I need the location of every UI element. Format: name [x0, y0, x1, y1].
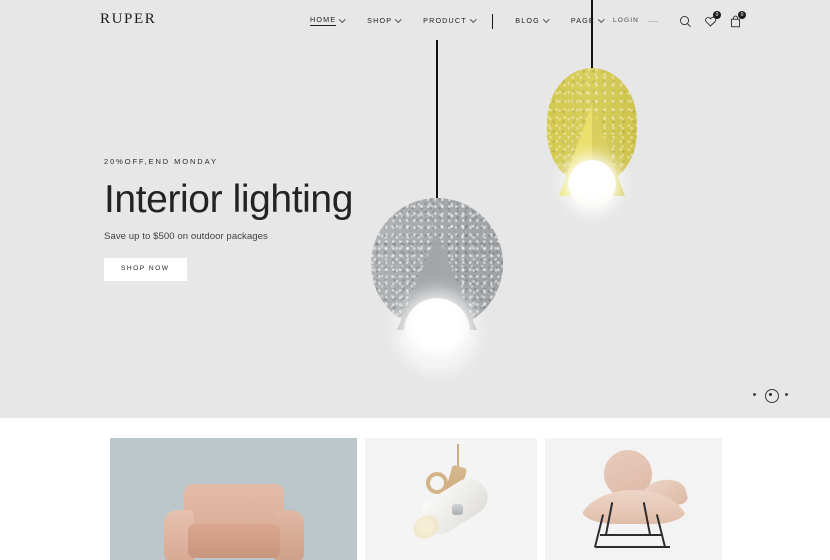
- featured-cards: [0, 438, 830, 560]
- spot-lamp-joint: [452, 504, 463, 515]
- pendant-lamp-gray: [371, 198, 503, 364]
- carousel-dot-1[interactable]: [753, 393, 756, 396]
- lamp-cord-gray: [436, 40, 438, 200]
- cart-count-badge: 0: [738, 11, 746, 19]
- hero-eyebrow: 20%OFF,END MONDAY: [104, 157, 218, 166]
- hero-section: RUPER HOME SHOP PRODUCT BLOG PAGE LOGIN …: [0, 0, 830, 418]
- nav-item-product-label: PRODUCT: [423, 16, 467, 26]
- main-navigation: HOME SHOP PRODUCT BLOG PAGE: [310, 13, 626, 29]
- nav-item-home-label: HOME: [310, 16, 337, 27]
- wishlist-count-badge: 0: [713, 11, 721, 19]
- cart-icon[interactable]: 0: [728, 11, 746, 28]
- armchair-back: [183, 484, 284, 526]
- search-icon[interactable]: [678, 14, 692, 28]
- nav-item-page-label: PAGE: [570, 16, 595, 26]
- nav-item-shop-label: SHOP: [367, 16, 393, 26]
- header-actions: LOGIN 0 0: [613, 11, 746, 30]
- armchair-card[interactable]: [110, 438, 357, 560]
- nav-item-product[interactable]: PRODUCT: [423, 17, 476, 24]
- spot-lamp-card[interactable]: [365, 438, 537, 560]
- round-chair-card[interactable]: [545, 438, 722, 560]
- chevron-down-icon: [599, 17, 604, 22]
- round-chair-crossbar-1: [599, 534, 662, 536]
- nav-item-shop[interactable]: SHOP: [367, 17, 401, 24]
- hero-subtitle: Save up to $500 on outdoor packages: [104, 231, 268, 243]
- white-spot-lamp-image: [391, 444, 511, 556]
- header-divider: [648, 20, 658, 22]
- chevron-down-icon: [471, 17, 476, 22]
- nav-item-page[interactable]: PAGE: [571, 17, 604, 24]
- login-link[interactable]: LOGIN: [613, 17, 639, 25]
- chevron-down-icon: [340, 17, 345, 22]
- nav-item-blog-label: BLOG: [515, 16, 540, 26]
- spot-lamp-cord: [457, 444, 459, 468]
- carousel-dot-2-active[interactable]: [764, 388, 779, 403]
- pink-armchair-image: [163, 484, 304, 560]
- shop-now-button[interactable]: SHOP NOW: [104, 258, 187, 281]
- chevron-down-icon: [544, 17, 549, 22]
- nav-separator: [491, 13, 494, 29]
- carousel-pagination: [753, 388, 788, 403]
- wishlist-icon[interactable]: 0: [703, 11, 721, 28]
- nav-item-blog[interactable]: BLOG: [515, 17, 549, 24]
- brand-logo[interactable]: RUPER: [100, 12, 156, 27]
- blush-round-chair-image: [574, 450, 694, 554]
- page-root: RUPER HOME SHOP PRODUCT BLOG PAGE LOGIN …: [0, 0, 830, 560]
- round-chair-crossbar-2: [595, 546, 670, 548]
- nav-item-home[interactable]: HOME: [310, 16, 345, 27]
- chevron-down-icon: [396, 17, 401, 22]
- hero-title: Interior lighting: [104, 177, 354, 221]
- lamp-gray-globe: [404, 298, 470, 364]
- lamp-yellow-globe: [568, 160, 616, 208]
- hero-content: 20%OFF,END MONDAY Interior lighting Save…: [104, 158, 353, 281]
- carousel-dot-3[interactable]: [785, 393, 788, 396]
- site-header: RUPER HOME SHOP PRODUCT BLOG PAGE LOGIN …: [0, 0, 830, 40]
- armchair-seat: [187, 524, 280, 558]
- pendant-lamp-yellow: [547, 68, 637, 214]
